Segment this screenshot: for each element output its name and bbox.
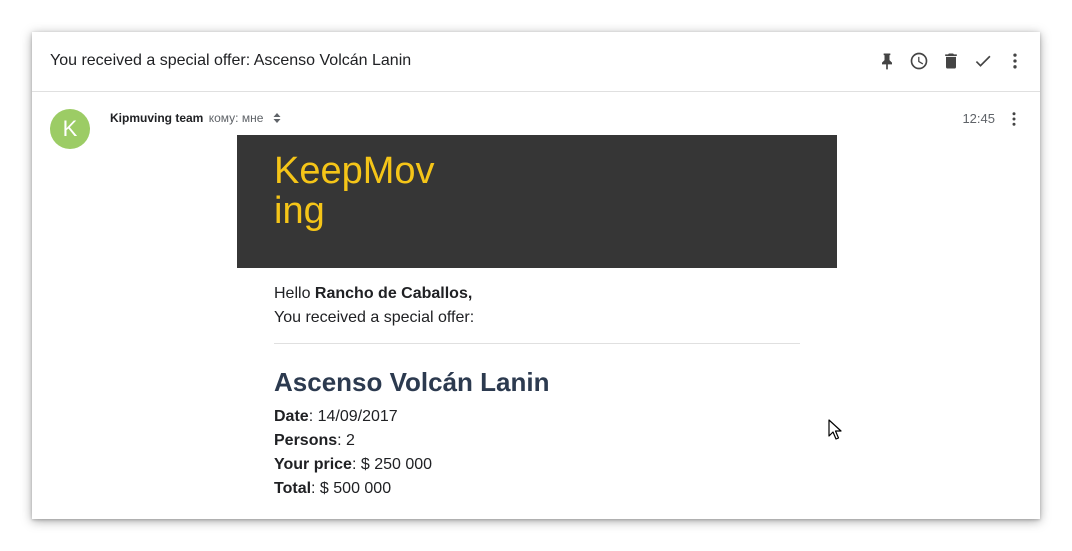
sender-line: Kipmuving team кому: мне — [110, 111, 281, 126]
clock-icon[interactable] — [908, 50, 930, 72]
persons-value: : 2 — [337, 432, 355, 449]
brand-logo[interactable]: KeepMov ing — [274, 151, 454, 231]
message-time: 12:45 — [962, 111, 995, 126]
price-value: : $ 250 000 — [351, 456, 433, 473]
date-value: : 14/09/2017 — [308, 408, 398, 425]
intro-text: You received a special offer: — [274, 309, 475, 326]
message-more-icon[interactable] — [1004, 109, 1024, 129]
brand-banner: KeepMov ing — [237, 135, 837, 268]
brand-logo-line2: ing — [274, 190, 325, 232]
date-label: Date — [274, 408, 309, 425]
total-value: : $ 500 000 — [311, 480, 392, 497]
divider — [274, 343, 800, 344]
greeting-prefix: Hello — [274, 285, 311, 302]
greeting-suffix: , — [467, 285, 473, 302]
greeting: Hello Rancho de Caballos, — [274, 282, 800, 306]
avatar[interactable]: K — [50, 109, 90, 149]
offer-title: Ascenso Volcán Lanin — [274, 367, 550, 397]
detail-price: Your price: $ 250 000 — [274, 453, 800, 477]
detail-total: Total: $ 500 000 — [274, 477, 800, 501]
detail-date: Date: 14/09/2017 — [274, 405, 800, 429]
email-view: You received a special offer: Ascenso Vo… — [32, 32, 1040, 519]
email-content: Hello Rancho de Caballos, You received a… — [237, 268, 837, 501]
to-label: кому: — [208, 111, 239, 125]
customer-name-text: Rancho de Caballos — [314, 285, 468, 302]
brand-logo-line1: KeepMov — [274, 150, 435, 192]
detail-persons: Persons: 2 — [274, 429, 800, 453]
trash-icon[interactable] — [940, 50, 962, 72]
check-icon[interactable] — [972, 50, 994, 72]
price-label: Your price — [274, 456, 352, 473]
subject-bar: You received a special offer: Ascenso Vo… — [32, 32, 1040, 92]
email-subject: You received a special offer: Ascenso Vo… — [50, 52, 412, 69]
mouse-cursor-icon — [828, 419, 842, 440]
pin-icon[interactable] — [876, 50, 898, 72]
more-vert-icon[interactable] — [1004, 50, 1026, 72]
offer-details: Date: 14/09/2017 Persons: 2 Your price: … — [274, 405, 800, 501]
email-toolbar — [876, 50, 1026, 72]
to-recipient: мне — [241, 111, 264, 125]
expand-details-icon[interactable] — [273, 112, 281, 126]
sender-name[interactable]: Kipmuving team — [110, 111, 203, 125]
email-body: KeepMov ing Hello Rancho de Caballos, Yo… — [237, 135, 837, 501]
persons-label: Persons — [274, 432, 338, 449]
total-label: Total — [274, 480, 312, 497]
customer-name: Rancho de Caballos, — [315, 285, 472, 302]
